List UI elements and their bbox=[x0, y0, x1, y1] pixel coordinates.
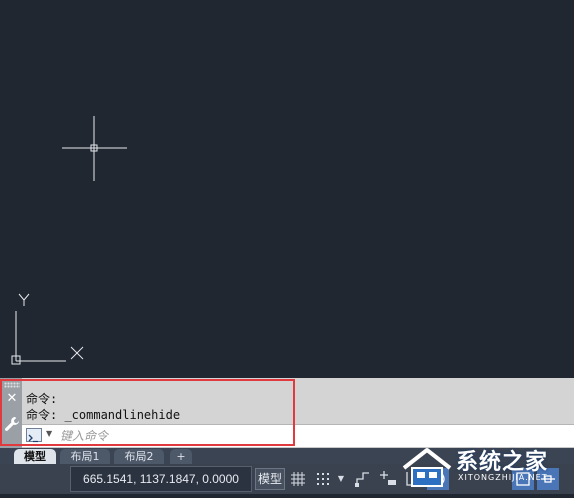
history-line: 命令: bbox=[26, 392, 58, 406]
watermark-title: 系统之家 bbox=[456, 450, 549, 475]
tab-layout1[interactable]: 布局1 bbox=[60, 449, 110, 464]
coordinate-readout[interactable]: 665.1541, 1137.1847, 0.0000 bbox=[70, 466, 252, 492]
command-line-panel: ✕ 命令: 命令: _commandlinehide ▼ bbox=[0, 378, 574, 448]
drawing-canvas[interactable]: Y X bbox=[0, 0, 574, 378]
tab-model[interactable]: 模型 bbox=[14, 449, 56, 464]
dynamic-input-icon[interactable] bbox=[377, 468, 399, 490]
house-logo-icon bbox=[402, 448, 452, 487]
model-space-button[interactable]: 模型 bbox=[255, 468, 285, 490]
chevron-down-icon[interactable]: ▼ bbox=[46, 429, 52, 438]
chevron-down-icon[interactable]: ▼ bbox=[334, 468, 348, 490]
snap-icon[interactable] bbox=[312, 468, 334, 490]
tab-layout2[interactable]: 布局2 bbox=[114, 449, 164, 464]
command-history: 命令: 命令: _commandlinehide bbox=[22, 378, 574, 424]
close-icon[interactable]: ✕ bbox=[5, 392, 19, 406]
grip-handle-icon[interactable] bbox=[4, 382, 20, 388]
wrench-icon[interactable] bbox=[4, 416, 20, 432]
add-layout-button[interactable]: + bbox=[170, 449, 192, 464]
grid-icon[interactable] bbox=[287, 468, 309, 490]
history-line: 命令: _commandlinehide bbox=[26, 408, 181, 422]
watermark-subtitle: XITONGZHIJIA.NET bbox=[458, 473, 548, 482]
command-line-grip[interactable]: ✕ bbox=[0, 378, 22, 448]
site-watermark: 系统之家 XITONGZHIJIA.NET bbox=[398, 440, 574, 494]
ucs-icon bbox=[11, 293, 84, 365]
infer-constraints-icon[interactable] bbox=[352, 468, 374, 490]
command-prompt-icon[interactable] bbox=[26, 428, 42, 443]
